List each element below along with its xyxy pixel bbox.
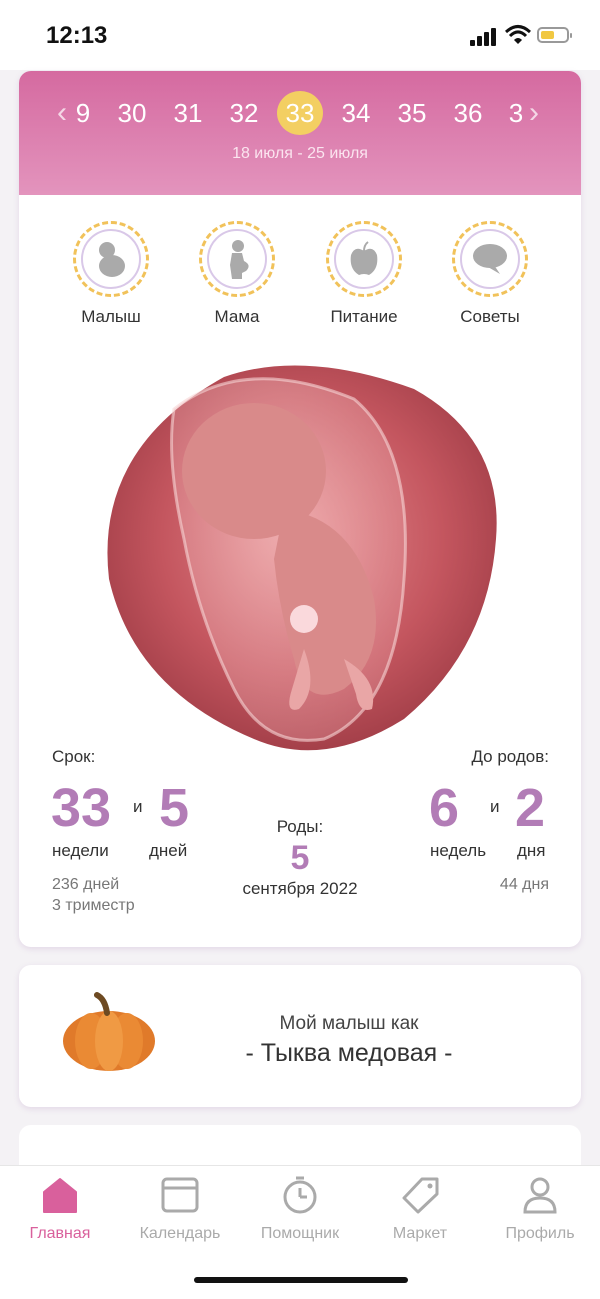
term-total-days: 236 дней [52, 876, 120, 893]
birth-month-year: сентября 2022 [242, 879, 358, 898]
week-item[interactable]: 36 [445, 91, 491, 135]
until-weeks-word: недель [430, 841, 487, 860]
chat-bubble-icon [473, 244, 507, 274]
tab-label: Помощник [260, 1225, 340, 1242]
tab-assistant[interactable]: Помощник [240, 1176, 360, 1243]
tag-icon [402, 1177, 439, 1214]
term-label: Срок: [52, 747, 96, 766]
status-time: 12:13 [46, 22, 108, 49]
category-label: Мама [214, 307, 260, 326]
category-tips-button[interactable]: Советы [435, 221, 545, 327]
week-item[interactable]: 32 [221, 91, 267, 135]
term-days-word: дней [149, 841, 188, 860]
term-trimester: 3 триместр [52, 897, 135, 914]
week-selector[interactable]: ‹ 9 30 31 32 33 34 35 36 3 › [19, 91, 581, 137]
signal-icon [470, 28, 496, 46]
category-baby-button[interactable]: Малыш [56, 221, 166, 327]
until-and: и [490, 797, 500, 816]
category-row: Малыш Мама Питание Советы [19, 221, 581, 331]
until-days-value: 2 [515, 778, 546, 838]
mother-icon [230, 240, 249, 279]
week-item[interactable]: 35 [389, 91, 435, 135]
status-bar: 12:13 [0, 0, 600, 70]
battery-icon [537, 27, 572, 43]
wifi-icon [505, 25, 531, 44]
week-item[interactable]: 30 [109, 91, 155, 135]
tab-label: Календарь [139, 1225, 221, 1242]
week-item-active[interactable]: 33 [277, 91, 323, 135]
category-label: Малыш [81, 307, 141, 326]
category-mother-button[interactable]: Мама [182, 221, 292, 327]
tab-label: Маркет [392, 1225, 448, 1242]
category-nutrition-button[interactable]: Питание [309, 221, 419, 327]
pregnancy-week-card: ‹ 9 30 31 32 33 34 35 36 3 › 18 июля - 2… [19, 71, 581, 947]
term-weeks-word: недели [52, 841, 109, 860]
home-icon [43, 1178, 77, 1213]
until-weeks-value: 6 [429, 778, 460, 838]
baby-size-card[interactable]: Мой малыш как - Тыква медовая - [19, 965, 581, 1107]
tab-market[interactable]: Маркет [360, 1176, 480, 1243]
category-label: Питание [330, 307, 398, 326]
tab-calendar[interactable]: Календарь [120, 1176, 240, 1243]
until-total-days: 44 дня [499, 876, 549, 893]
until-label: До родов: [471, 747, 549, 766]
week-item[interactable]: 34 [333, 91, 379, 135]
term-weeks-value: 33 [51, 778, 112, 838]
tab-label: Профиль [505, 1225, 575, 1242]
pumpkin-image [63, 992, 155, 1071]
week-item[interactable]: 9 [60, 91, 106, 135]
chevron-right-icon[interactable]: › [529, 93, 539, 133]
birth-day: 5 [290, 839, 310, 877]
timer-icon [283, 1176, 317, 1214]
until-days-word: дня [517, 841, 546, 860]
category-label: Советы [460, 307, 520, 326]
birth-label: Роды: [276, 817, 324, 836]
week-item[interactable]: 31 [165, 91, 211, 135]
home-indicator [194, 1277, 408, 1283]
tab-label: Главная [29, 1225, 91, 1242]
profile-icon [523, 1177, 557, 1214]
week-date-range: 18 июля - 25 июля [232, 145, 368, 162]
tab-profile[interactable]: Профиль [480, 1176, 600, 1243]
calendar-icon [161, 1177, 199, 1213]
baby-size-intro: Мой малыш как [279, 1013, 419, 1034]
baby-size-fruit: - Тыква медовая - [245, 1039, 453, 1067]
term-days-value: 5 [159, 778, 190, 838]
tab-home[interactable]: Главная [0, 1176, 120, 1243]
apple-icon [350, 241, 378, 275]
baby-icon [99, 242, 125, 277]
term-and: и [133, 797, 143, 816]
fetus-illustration [107, 365, 497, 751]
week-header: ‹ 9 30 31 32 33 34 35 36 3 › 18 июля - 2… [19, 71, 581, 195]
